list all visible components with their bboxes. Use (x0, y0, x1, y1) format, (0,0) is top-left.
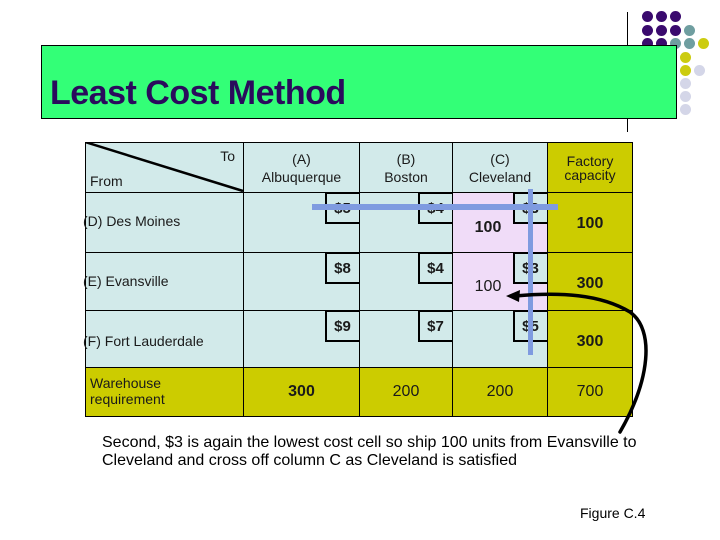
row-label-des-moines: (D) Des Moines (83, 192, 244, 253)
row-label-fort-lauderdale: (F) Fort Lauderdale (83, 310, 244, 368)
column-code: (B) (396, 151, 416, 167)
dot-icon (656, 11, 667, 22)
row-label: (D) Des Moines (83, 213, 181, 229)
requirement-total-value: 700 (576, 383, 604, 400)
cell-e-c: $3 100 (452, 251, 549, 311)
corner-to-label: To (220, 148, 235, 164)
dot-icon (642, 25, 653, 36)
cell-d-a: $5 (243, 191, 361, 253)
requirement-a: 300 (243, 367, 360, 417)
column-code: (A) (292, 151, 311, 167)
dot-icon (698, 38, 709, 49)
dot-icon (680, 104, 691, 115)
capacity-header: Factory capacity (547, 142, 633, 193)
cell-f-c: $5 (452, 309, 549, 368)
dot-icon (684, 25, 695, 36)
cell-f-b: $7 (359, 309, 454, 368)
row-label: (E) Evansville (83, 273, 169, 289)
dot-icon (656, 25, 667, 36)
capacity-value: 300 (576, 333, 604, 350)
cell-e-a: $8 (243, 251, 361, 311)
capacity-d: 100 (547, 192, 633, 253)
cell-e-b: $4 (359, 251, 454, 311)
title-bar: Least Cost Method (41, 45, 677, 119)
cost-box: $9 (324, 309, 361, 342)
dot-icon (680, 91, 691, 102)
capacity-value: 300 (576, 275, 604, 292)
column-name: Boston (384, 169, 428, 185)
cell-d-b: $4 (359, 191, 454, 253)
cross-off-column-line (528, 189, 533, 355)
dot-icon (680, 78, 691, 89)
row-label-evansville: (E) Evansville (83, 252, 244, 311)
column-header-cleveland: (C) Cleveland (452, 142, 548, 193)
requirement-c: 200 (452, 367, 548, 417)
allocation-value: 100 (474, 278, 502, 295)
capacity-e: 300 (547, 252, 633, 311)
column-name: Cleveland (468, 169, 532, 185)
requirement-label-line1: Warehouse (90, 375, 162, 391)
requirement-value: 200 (486, 383, 514, 400)
dot-icon (670, 25, 681, 36)
dot-icon (694, 65, 705, 76)
column-code: (C) (490, 151, 510, 167)
requirement-label-line2: requirement (90, 391, 165, 407)
figure-label: Figure C.4 (580, 505, 646, 521)
column-header-boston: (B) Boston (359, 142, 453, 193)
cost-box: $7 (417, 309, 454, 342)
explanation-caption: Second, $3 is again the lowest cost cell… (102, 434, 637, 469)
cell-d-c: $3 100 (452, 191, 549, 253)
dot-icon (670, 11, 681, 22)
row-label: (F) Fort Lauderdale (83, 333, 204, 349)
column-header-albuquerque: (A) Albuquerque (243, 142, 360, 193)
dot-icon (680, 52, 691, 63)
transportation-table: To From (A) Albuquerque (B) Boston (C) C… (83, 142, 633, 417)
slide-title: Least Cost Method (50, 74, 346, 112)
cost-box: $4 (417, 251, 454, 284)
requirement-total: 700 (547, 367, 633, 417)
cell-f-a: $9 (243, 309, 361, 368)
capacity-f: 300 (547, 310, 633, 368)
requirement-b: 200 (359, 367, 453, 417)
column-name: Albuquerque (261, 169, 342, 185)
capacity-header-line2: capacity (564, 167, 616, 183)
cost-box: $8 (324, 251, 361, 284)
capacity-value: 100 (576, 215, 604, 232)
dot-icon (684, 38, 695, 49)
requirement-value: 300 (288, 383, 315, 400)
corner-cell: To From (85, 142, 244, 193)
requirement-value: 200 (392, 383, 420, 400)
dot-icon (680, 65, 691, 76)
corner-from-label: From (90, 173, 123, 189)
dot-icon (642, 11, 653, 22)
requirement-label-cell: Warehouse requirement (85, 367, 244, 417)
cross-off-row-line (312, 204, 558, 210)
allocation-value: 100 (474, 219, 502, 236)
